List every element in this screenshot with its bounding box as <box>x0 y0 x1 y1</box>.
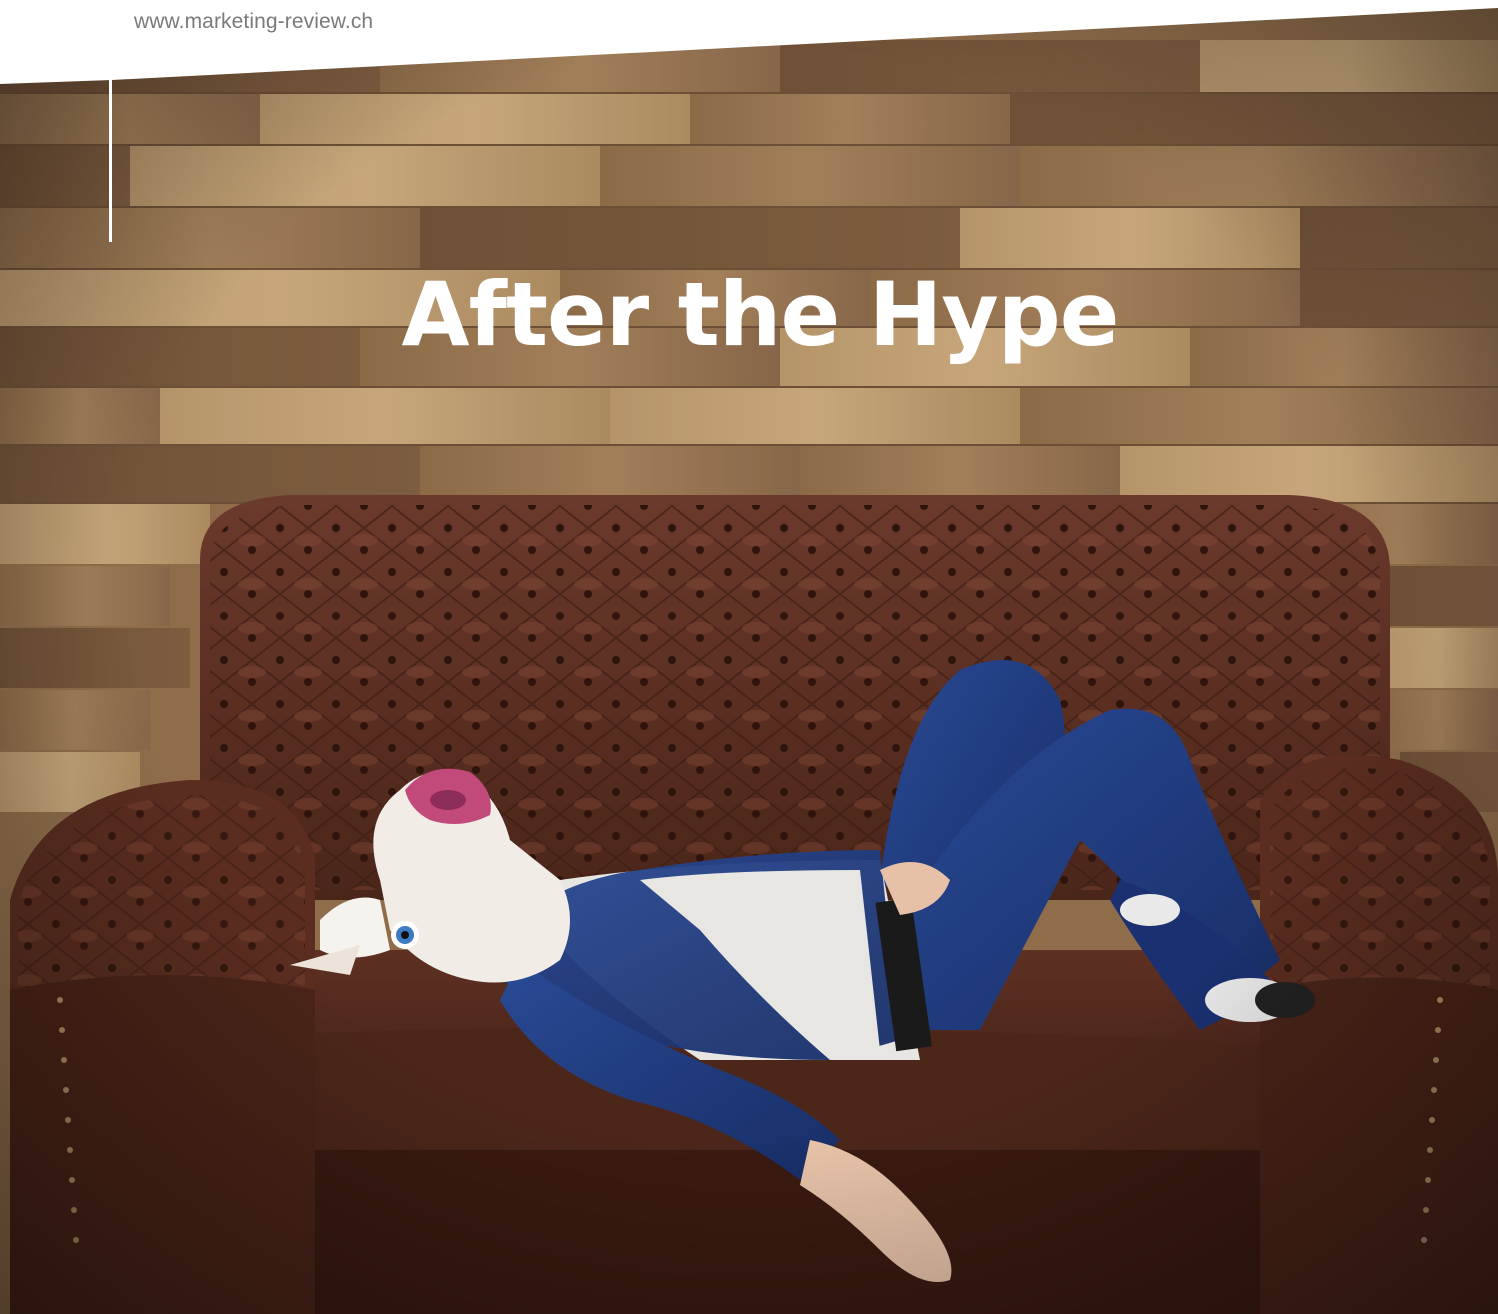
cover-photo <box>0 0 1498 1314</box>
page-title: After the Hype <box>401 262 1120 366</box>
accent-line <box>109 0 112 242</box>
website-url[interactable]: www.marketing-review.ch <box>134 10 373 34</box>
